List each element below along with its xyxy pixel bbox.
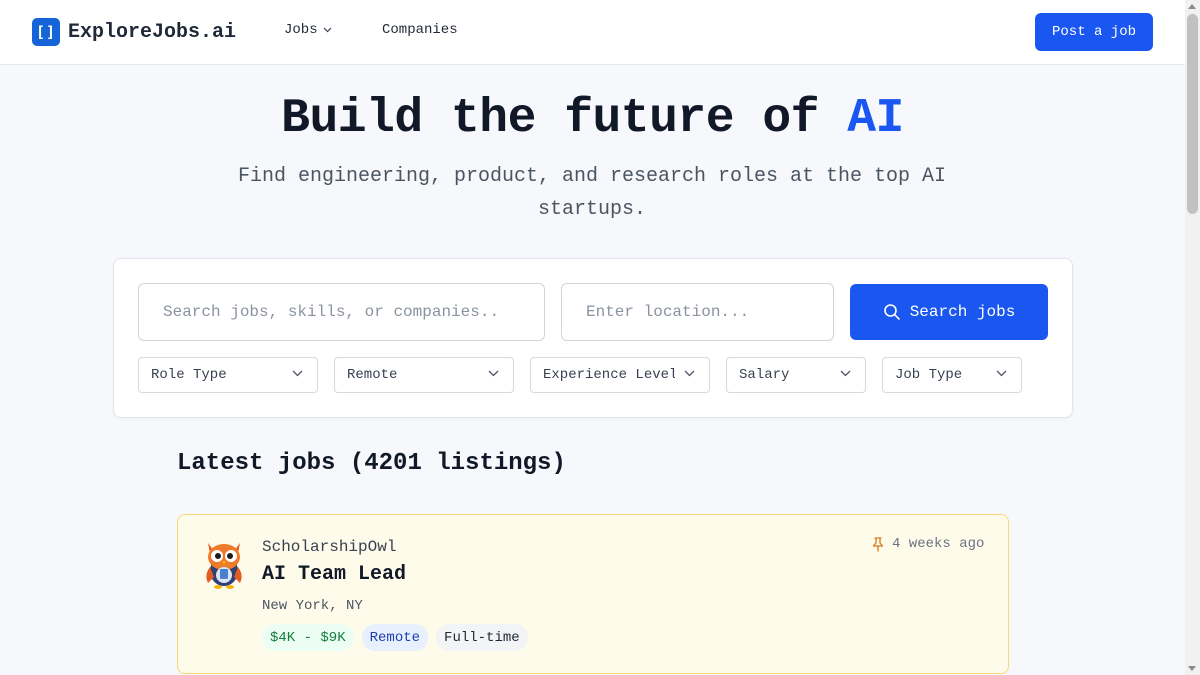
job-type-tag: Full-time — [436, 624, 528, 651]
post-job-button[interactable]: Post a job — [1035, 13, 1153, 51]
nav-jobs-dropdown[interactable]: Jobs — [284, 22, 332, 38]
salary-tag: $4K - $9K — [262, 624, 354, 651]
filter-label: Experience Level — [543, 367, 675, 383]
chevron-down-icon — [323, 27, 332, 33]
filter-remote[interactable]: Remote — [334, 357, 514, 393]
filter-label: Remote — [347, 367, 398, 383]
nav-jobs-label: Jobs — [284, 22, 318, 38]
logo-bracket-icon: [] — [32, 18, 60, 46]
nav-companies-link[interactable]: Companies — [382, 22, 458, 38]
scrollbar-thumb[interactable] — [1187, 14, 1198, 214]
owl-mascot-icon — [206, 543, 242, 589]
page-scrollbar[interactable] — [1185, 0, 1200, 675]
job-card[interactable]: ScholarshipOwl AI Team Lead New York, NY… — [177, 514, 1009, 674]
chevron-down-icon — [996, 370, 1007, 377]
hero-title-accent: AI — [847, 92, 904, 146]
top-navbar: [] ExploreJobs.ai Jobs Companies Post a … — [0, 0, 1185, 65]
chevron-down-icon — [840, 370, 851, 377]
posted-time-label: 4 weeks ago — [892, 536, 985, 552]
scroll-down-arrow-icon[interactable] — [1188, 666, 1196, 671]
search-jobs-label: Search jobs — [909, 303, 1016, 321]
chevron-down-icon — [488, 370, 499, 377]
job-tags: $4K - $9K Remote Full-time — [262, 624, 536, 651]
hero-title-prefix: Build the future of — [281, 92, 848, 146]
remote-tag: Remote — [361, 624, 429, 651]
location-input[interactable] — [561, 283, 834, 341]
search-icon — [883, 304, 900, 320]
filter-label: Salary — [739, 367, 790, 383]
pin-icon — [872, 536, 884, 552]
job-location: New York, NY — [262, 598, 363, 614]
job-title[interactable]: AI Team Lead — [262, 563, 406, 586]
company-name[interactable]: ScholarshipOwl — [262, 538, 396, 556]
filter-role-type[interactable]: Role Type — [138, 357, 318, 393]
hero-title: Build the future of AI — [0, 92, 1185, 146]
chevron-down-icon — [684, 370, 695, 377]
filter-experience-level[interactable]: Experience Level — [530, 357, 710, 393]
job-search-input[interactable] — [138, 283, 545, 341]
filter-label: Job Type — [895, 367, 963, 383]
logo-text: ExploreJobs.ai — [68, 20, 237, 44]
filter-job-type[interactable]: Job Type — [882, 357, 1022, 393]
search-panel: Search jobs Role Type Remote Experience … — [113, 258, 1073, 418]
scroll-up-arrow-icon[interactable] — [1188, 4, 1196, 9]
hero-subtitle: Find engineering, product, and research … — [237, 165, 947, 221]
filter-salary[interactable]: Salary — [726, 357, 866, 393]
search-jobs-button[interactable]: Search jobs — [850, 284, 1048, 340]
posted-time: 4 weeks ago — [872, 536, 984, 552]
site-logo[interactable]: [] ExploreJobs.ai — [32, 18, 236, 46]
latest-jobs-heading: Latest jobs (4201 listings) — [177, 450, 566, 477]
filter-label: Role Type — [151, 367, 227, 383]
chevron-down-icon — [292, 370, 303, 377]
